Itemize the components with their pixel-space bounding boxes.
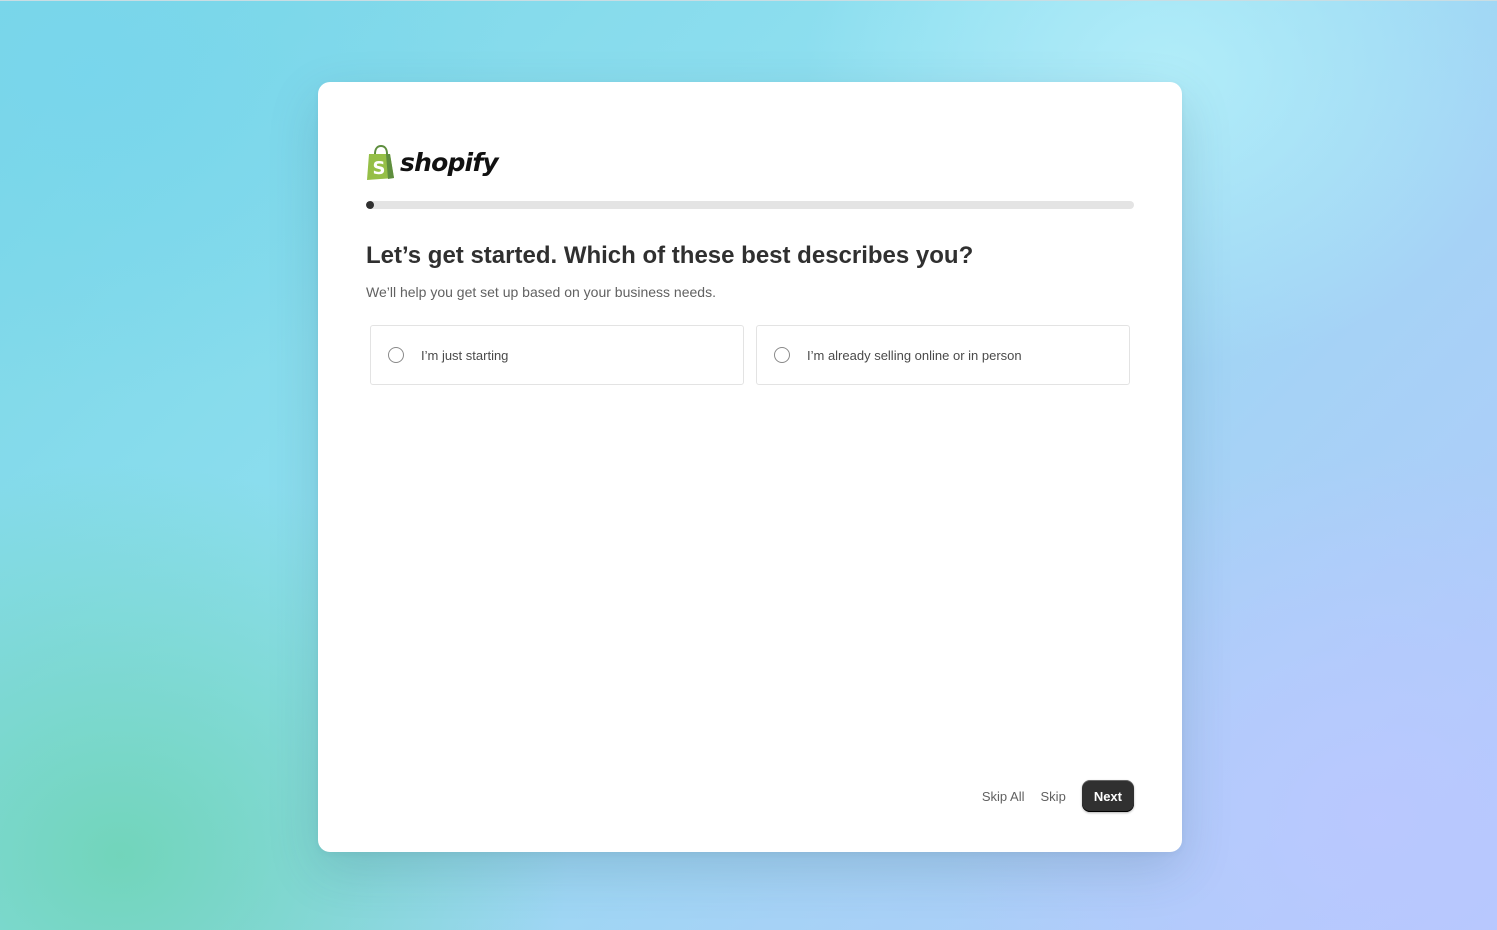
svg-text:S: S xyxy=(373,158,386,179)
shopify-logo: S shopify xyxy=(366,145,499,181)
shopping-bag-icon: S xyxy=(367,145,394,180)
skip-all-button[interactable]: Skip All xyxy=(982,789,1025,804)
option-label: I’m just starting xyxy=(421,347,509,363)
option-just-starting[interactable]: I’m just starting xyxy=(370,325,744,385)
next-button[interactable]: Next xyxy=(1081,780,1134,812)
onboarding-card: S shopify Let’s get started. Which of th… xyxy=(318,82,1182,852)
skip-button[interactable]: Skip xyxy=(1041,789,1066,804)
progress-bar-fill xyxy=(366,201,374,209)
footer-actions: Skip All Skip Next xyxy=(982,780,1134,812)
option-label: I’m already selling online or in person xyxy=(807,347,1022,363)
logo-wordmark: shopify xyxy=(400,148,499,177)
radio-button[interactable] xyxy=(774,347,790,363)
window-top-border xyxy=(0,0,1497,1)
option-already-selling[interactable]: I’m already selling online or in person xyxy=(756,325,1130,385)
progress-bar xyxy=(366,201,1134,209)
page-title: Let’s get started. Which of these best d… xyxy=(366,242,974,269)
page-subtitle: We’ll help you get set up based on your … xyxy=(366,284,716,300)
radio-button[interactable] xyxy=(388,347,404,363)
